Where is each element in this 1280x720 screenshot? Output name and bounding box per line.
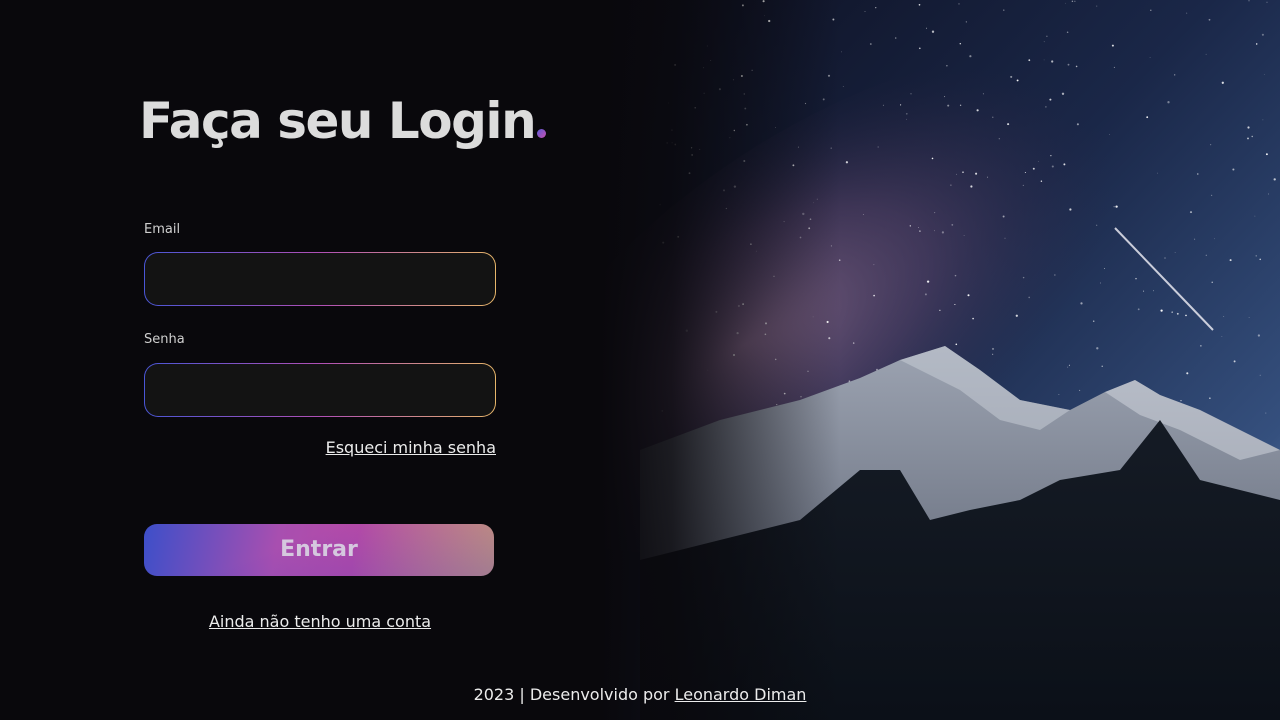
footer-text: 2023 | Desenvolvido por xyxy=(473,685,670,704)
email-field-border xyxy=(144,252,496,306)
login-panel: Faça seu Login Email Senha Esqueci minha… xyxy=(0,0,600,720)
password-field[interactable] xyxy=(145,364,495,416)
login-button[interactable]: Entrar xyxy=(144,524,494,576)
forgot-password-link[interactable]: Esqueci minha senha xyxy=(326,438,496,457)
background-mountain-image xyxy=(600,0,1280,720)
password-label: Senha xyxy=(144,332,185,347)
password-field-border xyxy=(144,363,496,417)
page-title: Faça seu Login xyxy=(139,92,547,150)
email-field[interactable] xyxy=(145,253,495,305)
signup-link[interactable]: Ainda não tenho uma conta xyxy=(209,612,431,631)
footer: 2023 | Desenvolvido por Leonardo Diman xyxy=(0,685,1280,704)
title-dot-accent xyxy=(537,129,547,138)
page-title-text: Faça seu Login xyxy=(139,92,537,150)
signup-container: Ainda não tenho uma conta xyxy=(0,612,640,631)
email-label: Email xyxy=(144,222,181,237)
author-link[interactable]: Leonardo Diman xyxy=(675,685,807,704)
